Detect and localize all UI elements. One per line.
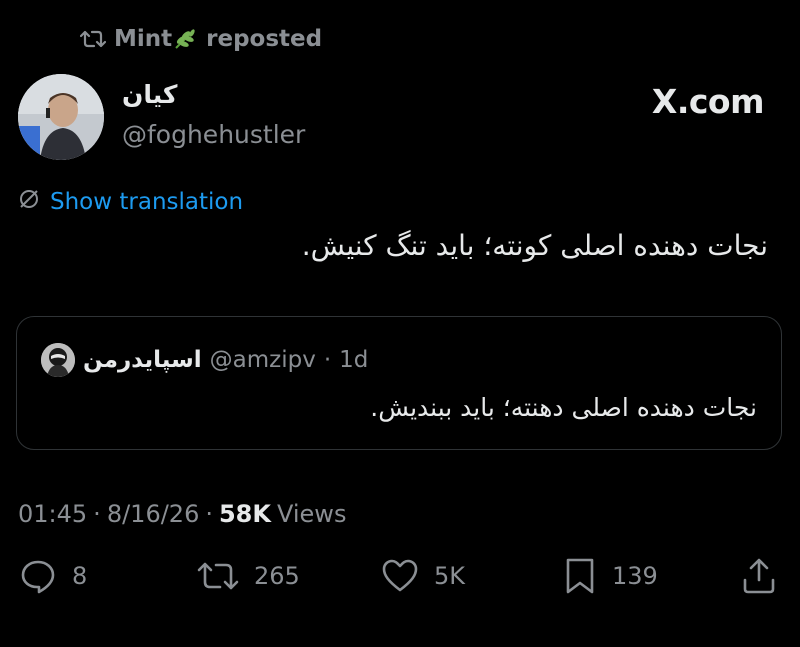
- tweet-date: 8/16/26: [106, 500, 200, 528]
- repost-icon: [80, 28, 106, 50]
- author-display-name[interactable]: کیان: [122, 80, 177, 109]
- repost-header[interactable]: Mint reposted: [80, 26, 322, 52]
- repost-name[interactable]: Mint: [114, 26, 172, 52]
- like-count: 5K: [434, 562, 466, 590]
- quoted-tweet-card[interactable]: اسپایدرمن @amzipv · 1d نجات دهنده اصلی د…: [16, 316, 782, 450]
- bookmark-button[interactable]: 139: [562, 556, 658, 596]
- quoted-author-display-name: اسپایدرمن: [83, 347, 202, 373]
- repost-label: reposted: [206, 26, 323, 52]
- quoted-separator: ·: [323, 347, 332, 373]
- meta-separator: ·: [205, 500, 213, 528]
- author-handle[interactable]: @foghehustler: [122, 120, 305, 149]
- reply-count: 8: [72, 562, 88, 590]
- views-count: 58K: [218, 500, 271, 528]
- quoted-tweet-text: نجات دهنده اصلی دهنته؛ باید ببندیش.: [370, 393, 757, 422]
- tweet-time: 01:45: [18, 500, 88, 528]
- x-com-logo: X.com: [651, 82, 765, 121]
- quoted-timestamp: 1d: [339, 347, 369, 373]
- show-translation-label[interactable]: Show translation: [50, 189, 243, 215]
- like-button[interactable]: 5K: [380, 556, 465, 596]
- quoted-author-avatar: [41, 343, 75, 377]
- action-bar: 8 265 5K 139: [0, 556, 800, 604]
- quoted-author-handle: @amzipv: [209, 347, 316, 373]
- show-translation-link[interactable]: Show translation: [18, 188, 243, 216]
- quoted-tweet-header: اسپایدرمن @amzipv · 1d: [41, 343, 368, 377]
- bookmark-icon: [562, 556, 598, 596]
- share-button[interactable]: [740, 556, 778, 596]
- heart-icon: [380, 556, 420, 596]
- repost-icon: [196, 556, 240, 596]
- meta-separator: ·: [93, 500, 101, 528]
- author-avatar[interactable]: [18, 74, 104, 160]
- repost-button[interactable]: 265: [196, 556, 300, 596]
- reply-icon: [18, 556, 58, 596]
- share-icon: [740, 556, 778, 596]
- leaf-emoji-icon: [172, 26, 198, 52]
- repost-count: 265: [254, 562, 300, 590]
- tweet-meta: 01:45 · 8/16/26 · 58K Views: [18, 500, 346, 528]
- bookmark-count: 139: [612, 562, 658, 590]
- reply-button[interactable]: 8: [18, 556, 87, 596]
- views-label: Views: [276, 500, 347, 528]
- tweet-text: نجات دهنده اصلی کونته؛ باید تنگ کنیش.: [301, 229, 768, 262]
- translate-icon: [18, 188, 40, 216]
